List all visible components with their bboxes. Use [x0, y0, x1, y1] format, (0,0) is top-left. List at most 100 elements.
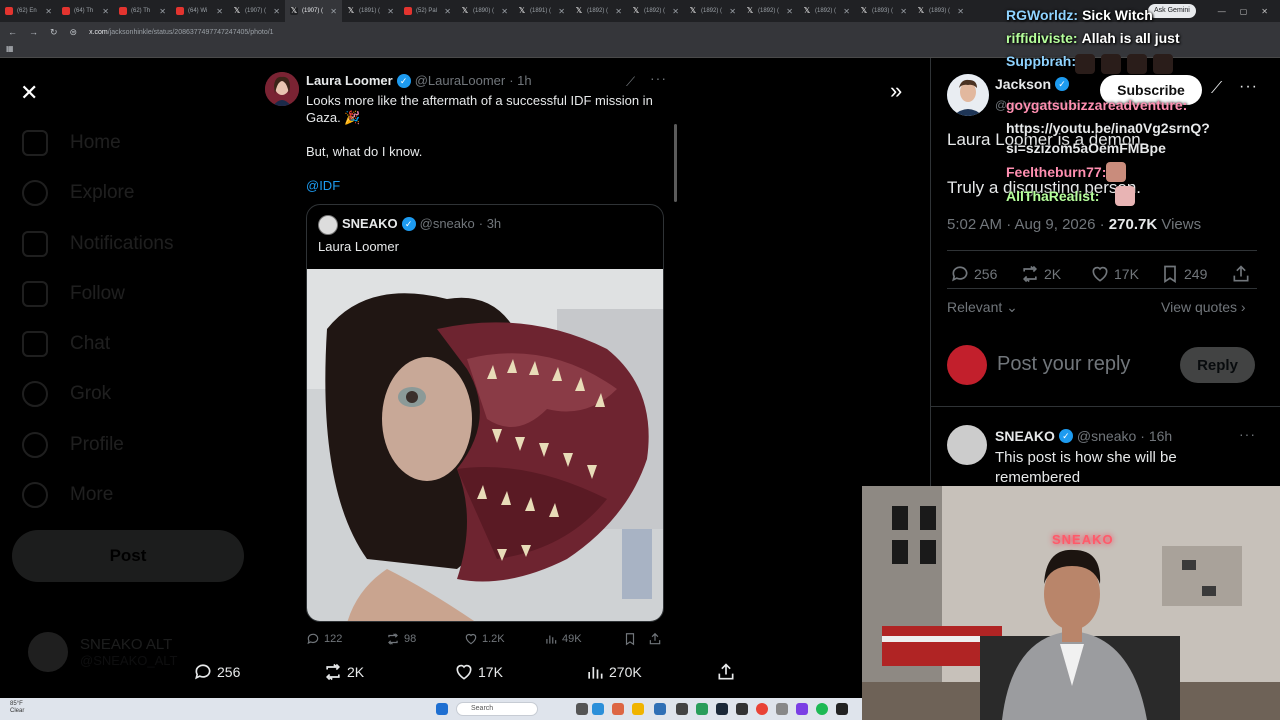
browser-tab[interactable]: 𝕏 (1893) (✕	[855, 0, 912, 22]
close-window-icon[interactable]: ✕	[1261, 7, 1268, 16]
chrome-icon[interactable]	[756, 703, 768, 715]
app-icon[interactable]	[612, 703, 624, 715]
post-timestamp[interactable]: 5:02 AM · Aug 9, 2026	[947, 216, 1095, 233]
store-icon[interactable]	[654, 703, 666, 715]
close-tab-icon[interactable]: ✕	[729, 7, 736, 16]
ask-gemini-button[interactable]: Ask Gemini	[1148, 4, 1196, 18]
reply-button[interactable]: 256	[193, 662, 240, 682]
browser-tab[interactable]: 𝕏 (1892) (✕	[798, 0, 855, 22]
reload-icon[interactable]: ↻	[50, 27, 58, 38]
sort-replies-dropdown[interactable]: Relevant ⌄	[947, 299, 1018, 316]
post-button[interactable]: Post	[12, 530, 244, 582]
quoted-post[interactable]: SNEAKO ✓ @sneako · 3h Laura Loomer	[306, 204, 664, 622]
forward-icon[interactable]: →	[29, 27, 38, 37]
browser-tab[interactable]: (52) Pal ✕	[399, 0, 456, 22]
spotify-icon[interactable]	[816, 703, 828, 715]
quoted-post-image[interactable]	[307, 269, 664, 622]
browser-tab[interactable]: 𝕏 (1907) (✕	[228, 0, 285, 22]
collapse-panel-icon[interactable]: »	[890, 78, 902, 104]
close-tab-icon[interactable]: ✕	[102, 7, 109, 16]
post-time[interactable]: · 16h	[1140, 428, 1172, 444]
close-tab-icon[interactable]: ✕	[501, 7, 508, 16]
close-tab-icon[interactable]: ✕	[672, 7, 679, 16]
like-button[interactable]: 17K	[1090, 264, 1139, 284]
nav-more[interactable]: More	[22, 482, 113, 508]
browser-tab[interactable]: 𝕏 (1893) (✕	[912, 0, 969, 22]
browser-tab[interactable]: 𝕏 (1892) (✕	[570, 0, 627, 22]
browser-tab[interactable]: 𝕏 (1892) (✕	[684, 0, 741, 22]
app-icon[interactable]	[736, 703, 748, 715]
author-name[interactable]: SNEAKO	[995, 428, 1055, 444]
reply-button[interactable]: 122	[306, 632, 342, 646]
task-view-icon[interactable]	[576, 703, 588, 715]
nav-profile[interactable]: Profile	[22, 432, 124, 458]
browser-tab[interactable]: 𝕏 (1892) (✕	[741, 0, 798, 22]
url-field[interactable]: x.com/jacksonhinkle/status/2086377497747…	[89, 29, 273, 36]
author-name[interactable]: Laura Loomer	[306, 73, 393, 88]
app-icon[interactable]	[696, 703, 708, 715]
close-tab-icon[interactable]: ✕	[45, 7, 52, 16]
reply-button[interactable]: 256	[950, 264, 997, 284]
reply-input[interactable]: Post your reply	[997, 353, 1130, 376]
folder-icon[interactable]	[632, 703, 644, 715]
share-button[interactable]	[648, 632, 662, 646]
browser-tab[interactable]: (64) Wi ✕	[171, 0, 228, 22]
share-button[interactable]	[1231, 264, 1251, 284]
start-icon[interactable]	[436, 703, 448, 715]
close-tab-icon[interactable]: ✕	[615, 7, 622, 16]
close-tab-icon[interactable]: ✕	[786, 7, 793, 16]
bookmark-button[interactable]: 249	[1160, 264, 1207, 284]
close-tab-icon[interactable]: ✕	[843, 7, 850, 16]
share-button[interactable]	[716, 662, 736, 682]
scrollbar[interactable]	[674, 124, 677, 202]
browser-tab[interactable]: 𝕏 (1890) (✕	[456, 0, 513, 22]
grok-icon[interactable]: ⟋	[626, 74, 635, 90]
edge-icon[interactable]	[592, 703, 604, 715]
repost-button[interactable]: 2K	[1020, 264, 1061, 284]
app-icon[interactable]	[836, 703, 848, 715]
account-switcher[interactable]: SNEAKO ALT @SNEAKO_ALT	[28, 632, 178, 672]
browser-tab[interactable]: 𝕏 (1892) (✕	[627, 0, 684, 22]
author-handle[interactable]: @sneako	[1077, 428, 1136, 444]
reply-button[interactable]: Reply	[1180, 347, 1255, 383]
close-tab-icon[interactable]: ✕	[387, 7, 394, 16]
close-tab-icon[interactable]: ✕	[330, 7, 337, 16]
close-tab-icon[interactable]: ✕	[159, 7, 166, 16]
avatar[interactable]	[265, 72, 299, 106]
browser-tab[interactable]: (64) Th ✕	[57, 0, 114, 22]
close-tab-icon[interactable]: ✕	[216, 7, 223, 16]
more-icon[interactable]: ···	[1239, 426, 1256, 442]
author-handle[interactable]: @LauraLoomer	[415, 73, 506, 88]
app-icon[interactable]	[676, 703, 688, 715]
browser-tab[interactable]: (62) En ✕	[0, 0, 57, 22]
avatar[interactable]	[947, 74, 989, 116]
steam-icon[interactable]	[716, 703, 728, 715]
app-icon[interactable]	[776, 703, 788, 715]
post-time[interactable]: · 1h	[509, 73, 531, 88]
nav-explore[interactable]: Explore	[22, 180, 134, 206]
like-button[interactable]: 17K	[454, 662, 503, 682]
minimize-icon[interactable]: —	[1218, 7, 1226, 16]
nav-grok[interactable]: Grok	[22, 381, 111, 407]
maximize-icon[interactable]: ▢	[1240, 7, 1248, 16]
close-tab-icon[interactable]: ✕	[558, 7, 565, 16]
more-icon[interactable]: ···	[650, 70, 667, 86]
close-tab-icon[interactable]: ✕	[444, 7, 451, 16]
nav-notifications[interactable]: Notifications	[22, 231, 174, 257]
more-icon[interactable]: ···	[1239, 78, 1258, 96]
close-tab-icon[interactable]: ✕	[273, 7, 280, 16]
back-icon[interactable]: ←	[8, 27, 17, 37]
close-tab-icon[interactable]: ✕	[957, 7, 964, 16]
site-info-icon[interactable]: ⊜	[70, 27, 78, 38]
browser-tab[interactable]: (62) Th ✕	[114, 0, 171, 22]
like-button[interactable]: 1.2K	[464, 632, 505, 646]
app-icon[interactable]	[796, 703, 808, 715]
author-name[interactable]: Jackson ✓	[995, 76, 1070, 92]
view-quotes-link[interactable]: View quotes ›	[1161, 299, 1246, 315]
nav-home[interactable]: Home	[22, 130, 121, 156]
browser-tab[interactable]: 𝕏 (1891) (✕	[342, 0, 399, 22]
mention-link[interactable]: @IDF	[306, 177, 666, 194]
close-tab-icon[interactable]: ✕	[900, 7, 907, 16]
apps-icon[interactable]: ▦	[6, 44, 14, 53]
weather-widget[interactable]: 85°F Clear	[10, 701, 24, 715]
